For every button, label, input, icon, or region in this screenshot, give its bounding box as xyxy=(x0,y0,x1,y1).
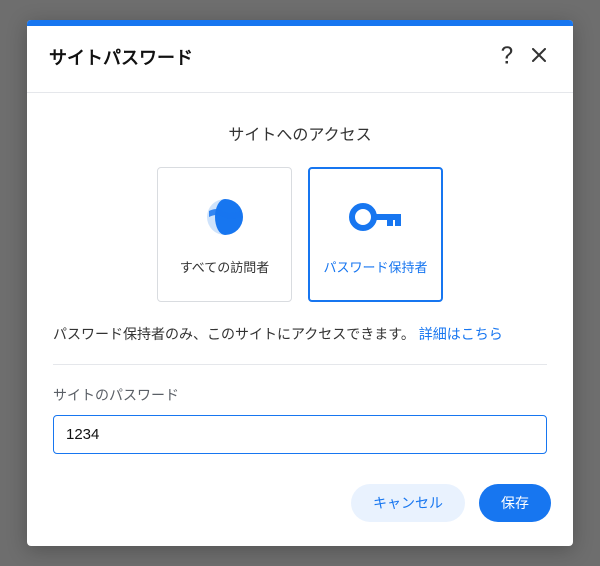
dialog-title: サイトパスワード xyxy=(49,44,487,70)
option-all-visitors[interactable]: すべての訪問者 xyxy=(157,167,292,302)
help-button[interactable] xyxy=(495,45,519,69)
option-password-holders[interactable]: パスワード保持者 xyxy=(308,167,443,302)
close-button[interactable] xyxy=(527,45,551,69)
access-options: すべての訪問者 パスワード保持者 xyxy=(53,167,547,302)
save-button[interactable]: 保存 xyxy=(479,484,551,522)
dialog-footer: キャンセル 保存 xyxy=(27,454,573,546)
site-password-dialog: サイトパスワード サイトへのアクセス xyxy=(27,20,573,546)
password-input[interactable] xyxy=(53,415,547,454)
dialog-body: サイトへのアクセス すべての訪問者 xyxy=(27,93,573,454)
option-label: すべての訪問者 xyxy=(180,257,270,276)
globe-icon xyxy=(205,193,245,241)
help-text: パスワード保持者のみ、このサイトにアクセスできます。 詳細はこちら xyxy=(53,324,547,365)
dialog-header: サイトパスワード xyxy=(27,26,573,93)
option-label: パスワード保持者 xyxy=(323,257,427,276)
learn-more-link[interactable]: 詳細はこちら xyxy=(419,326,503,342)
cancel-button[interactable]: キャンセル xyxy=(351,484,465,522)
password-field: サイトのパスワード xyxy=(53,365,547,454)
help-text-content: パスワード保持者のみ、このサイトにアクセスできます。 xyxy=(53,326,415,342)
help-icon xyxy=(500,46,514,69)
section-heading: サイトへのアクセス xyxy=(53,121,547,145)
key-icon xyxy=(349,193,403,241)
close-icon xyxy=(532,48,546,67)
password-field-label: サイトのパスワード xyxy=(53,385,547,405)
